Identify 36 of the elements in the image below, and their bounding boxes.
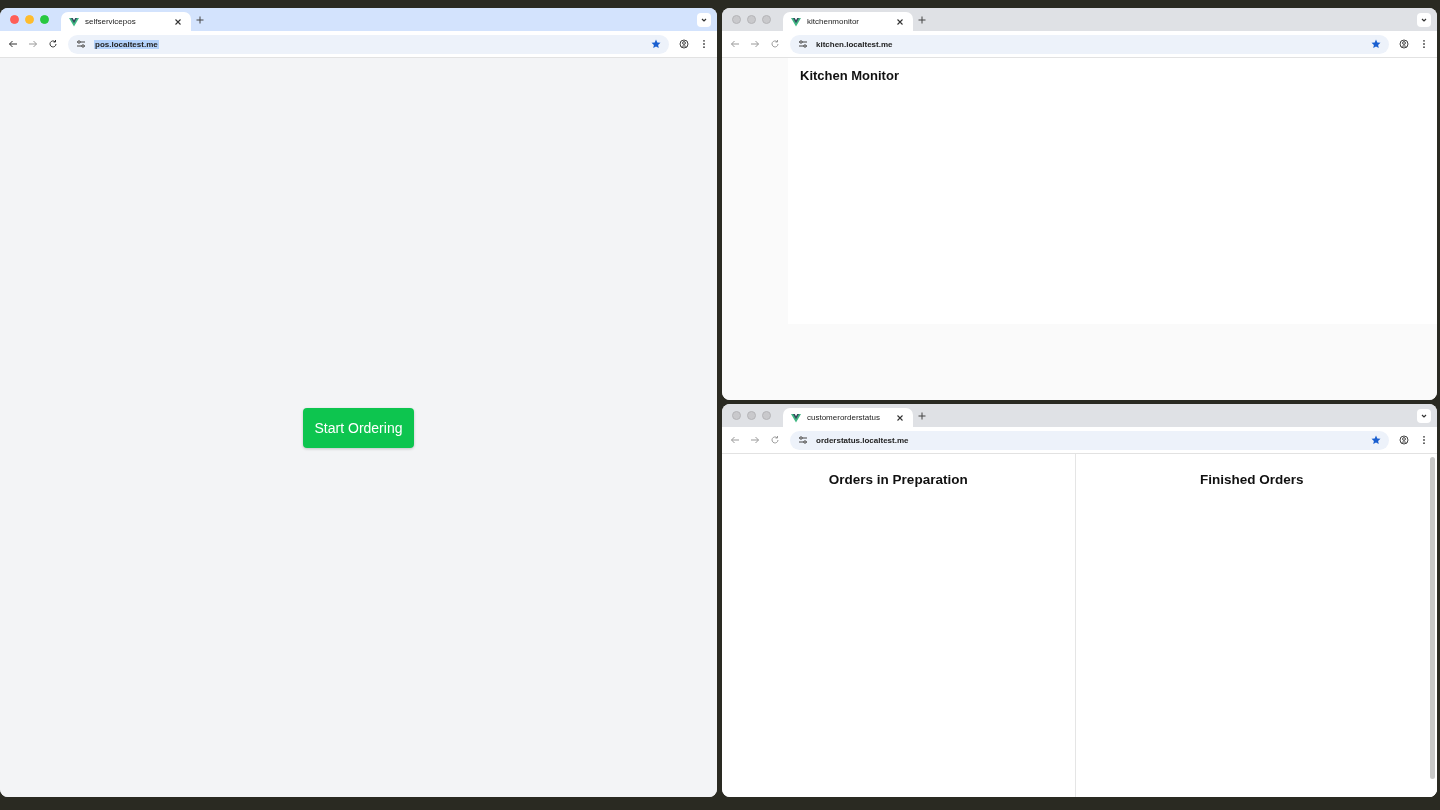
reload-icon[interactable] [48, 39, 58, 49]
close-icon[interactable] [895, 412, 905, 423]
back-icon[interactable] [8, 39, 18, 49]
url-text[interactable]: kitchen.localtest.me [816, 39, 893, 49]
v-logo-icon [791, 16, 801, 27]
new-tab-icon[interactable] [195, 14, 205, 25]
url-text[interactable]: pos.localtest.me [94, 39, 159, 49]
tab-list-button[interactable] [1417, 12, 1431, 27]
browser-tab[interactable]: selfservicepos [61, 12, 191, 31]
site-settings-icon[interactable] [798, 39, 808, 49]
profile-icon[interactable] [1399, 39, 1409, 49]
tab-list-button[interactable] [1417, 408, 1431, 423]
page-heading: Kitchen Monitor [800, 68, 900, 83]
close-icon[interactable] [895, 16, 905, 27]
site-settings-icon[interactable] [798, 435, 808, 445]
column-heading: Orders in Preparation [828, 472, 968, 489]
browser-tab[interactable]: kitchenmonitor [783, 12, 913, 31]
v-logo-icon [69, 16, 79, 27]
address-bar[interactable]: orderstatus.localtest.me [790, 430, 1389, 450]
address-bar[interactable]: kitchen.localtest.me [790, 34, 1389, 54]
site-settings-icon[interactable] [76, 39, 86, 49]
v-logo-icon [791, 412, 801, 423]
bookmark-star-icon[interactable] [1371, 435, 1381, 445]
column-heading: Finished Orders [1200, 472, 1304, 489]
profile-icon[interactable] [679, 39, 689, 49]
scrollbar-thumb[interactable] [1430, 457, 1435, 779]
bookmark-star-icon[interactable] [651, 39, 661, 49]
browser-tab[interactable]: customerorderstatus [783, 408, 913, 427]
close-icon[interactable] [173, 16, 183, 27]
bookmark-star-icon[interactable] [1371, 39, 1381, 49]
new-tab-icon[interactable] [917, 14, 927, 25]
new-tab-icon[interactable] [917, 410, 927, 421]
url-text[interactable]: orderstatus.localtest.me [816, 435, 909, 445]
profile-icon[interactable] [1399, 435, 1409, 445]
tab-list-button[interactable] [697, 12, 711, 27]
address-bar[interactable]: pos.localtest.me [68, 34, 669, 54]
